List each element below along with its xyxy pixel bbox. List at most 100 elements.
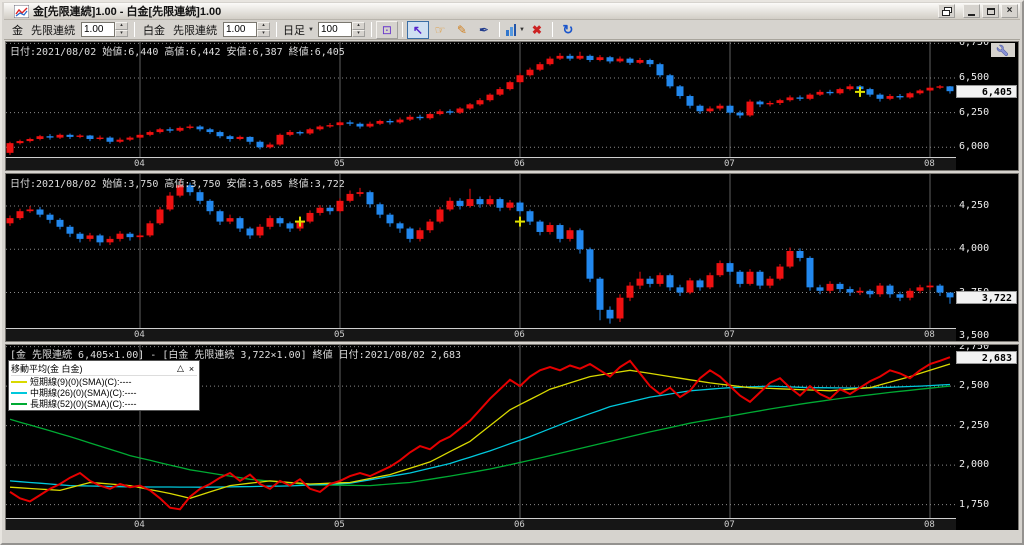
refresh-icon: ↻ <box>562 21 574 37</box>
last-price-badge: 6,405 <box>956 85 1017 99</box>
bar-count-spin-buttons[interactable]: ▴ ▾ <box>351 22 365 37</box>
toolbar-separator <box>370 22 372 37</box>
legend-item-long: 長期線(52)(0)(SMA)(C):---- <box>11 398 197 409</box>
y-axis-label: 3,500 <box>959 329 990 341</box>
gridlines <box>6 42 956 157</box>
legend-close-button[interactable]: × <box>186 364 197 374</box>
refresh-button[interactable]: ↻ <box>557 21 579 39</box>
spin-down-icon[interactable]: ▾ <box>115 29 128 37</box>
moving-average-legend: 移動平均(金 白金) △ × 短期線(9)(0)(SMA)(C):---- 中期… <box>8 360 200 411</box>
x-axis-label: 08 <box>924 520 935 530</box>
period-label: 日足 <box>283 24 305 37</box>
close-button[interactable]: × <box>1001 4 1018 18</box>
chart-window: 金[先限連続]1.00 - 白金[先限連続]1.00 × 金 先限連続 ▴▾ 白… <box>0 0 1024 545</box>
maximize-icon <box>986 7 995 15</box>
period-dropdown[interactable]: 日足 ▼ <box>283 22 314 38</box>
x-axis-label: 07 <box>724 520 735 530</box>
toolbar: 金 先限連続 ▴▾ 白金 先限連続 ▴▾ 日足 ▼ ▴▾ ⊡ ↖ ☞ ✎ ✒ <box>4 20 1020 40</box>
toolbar-separator <box>134 22 135 37</box>
titlebar: 金[先限連続]1.00 - 白金[先限連続]1.00 × <box>4 3 1020 20</box>
cascade-icon <box>941 6 952 16</box>
y-axis-label: 4,000 <box>959 243 990 255</box>
delete-drawing-button[interactable]: ✖ <box>526 21 548 39</box>
spin-down-icon[interactable]: ▾ <box>257 29 270 37</box>
y-axis-label: 6,500 <box>959 72 990 84</box>
mid-ma-swatch <box>11 391 27 394</box>
toolbar-separator <box>551 22 553 37</box>
platinum-symbol-label: 白金 <box>143 24 165 37</box>
chart-type-button[interactable]: ▼ <box>504 21 526 39</box>
legend-collapse-button[interactable]: △ <box>175 363 186 374</box>
pointer-icon: ↖ <box>412 22 423 37</box>
chevron-down-icon: ▼ <box>308 26 314 33</box>
legend-item-label: 長期線(52)(0)(SMA)(C):---- <box>30 399 137 409</box>
x-axis-label: 06 <box>514 520 525 530</box>
last-price-badge: 3,722 <box>956 291 1017 305</box>
platinum-multiplier-spinner: ▴▾ <box>223 22 270 37</box>
gold-multiplier-input[interactable] <box>81 22 115 37</box>
x-axis-label: 05 <box>334 520 345 530</box>
hand-tool-button[interactable]: ☞ <box>429 21 451 39</box>
x-axis-label: 05 <box>334 159 345 169</box>
last-price-badge: 2,683 <box>956 351 1017 365</box>
bar-chart-icon <box>505 23 516 36</box>
x-axis-label: 06 <box>514 159 525 169</box>
platinum-chart-panel: 日付:2021/08/02 始値:3,750 高値:3,750 安値:3,685… <box>5 173 1019 342</box>
settings-wrench-icon[interactable] <box>991 43 1015 57</box>
app-icon <box>14 4 29 18</box>
platinum-x-axis: 04 05 06 07 08 <box>6 328 956 341</box>
delete-x-icon: ✖ <box>531 22 542 37</box>
spin-up-icon[interactable]: ▴ <box>351 22 365 30</box>
chart-select-tool-button[interactable]: ⊡ <box>375 20 398 39</box>
y-axis-label: 2,000 <box>959 459 990 471</box>
spin-up-icon[interactable]: ▴ <box>115 22 128 30</box>
spread-chart-panel: [金 先限連続 6,405×1.00] - [白金 先限連続 3,722×1.0… <box>5 344 1019 532</box>
spin-down-icon[interactable]: ▾ <box>351 29 365 37</box>
long-ma-swatch <box>11 402 27 405</box>
pencil-tool-button[interactable]: ✎ <box>451 21 473 39</box>
spread-y-axis: 2,750 2,500 2,250 2,000 1,750 2,683 <box>956 345 1018 531</box>
chevron-down-icon: ▼ <box>519 26 525 33</box>
bar-count-input[interactable] <box>317 22 352 37</box>
toolbar-separator <box>276 22 277 37</box>
cascade-button[interactable] <box>938 4 955 18</box>
y-axis-label: 6,250 <box>959 106 990 118</box>
spin-up-icon[interactable]: ▴ <box>257 22 270 30</box>
toolbar-separator <box>401 22 403 37</box>
candlesticks <box>6 51 954 155</box>
pen-icon: ✒ <box>478 22 489 37</box>
gold-candlestick-chart[interactable]: 日付:2021/08/02 始値:6,440 高値:6,442 安値:6,387… <box>6 42 956 157</box>
pointer-tool-button[interactable]: ↖ <box>406 20 429 39</box>
toolbar-separator <box>498 22 500 37</box>
y-axis-label: 4,250 <box>959 200 990 211</box>
gold-multiplier-spinner: ▴▾ <box>81 22 128 37</box>
maximize-button[interactable] <box>982 4 999 18</box>
minimize-button[interactable] <box>963 4 980 18</box>
gold-multiplier-spin-buttons[interactable]: ▴ ▾ <box>115 22 128 37</box>
pen-tool-button[interactable]: ✒ <box>473 21 495 39</box>
gold-plot-svg <box>6 42 956 157</box>
platinum-multiplier-input[interactable] <box>223 22 257 37</box>
y-axis-label: 1,750 <box>959 498 990 510</box>
y-axis-label: 6,750 <box>959 42 990 49</box>
minimize-icon <box>968 13 975 16</box>
short-ma-swatch <box>11 380 27 383</box>
gridlines <box>6 174 956 328</box>
gold-chart-panel: 日付:2021/08/02 始値:6,440 高値:6,442 安値:6,387… <box>5 41 1019 171</box>
platinum-multiplier-spin-buttons[interactable]: ▴ ▾ <box>257 22 270 37</box>
candlesticks <box>6 180 954 324</box>
x-axis-label: 04 <box>134 159 145 169</box>
gold-symbol-label: 金 <box>12 24 23 37</box>
x-axis-label: 05 <box>334 330 345 340</box>
window-title: 金[先限連続]1.00 - 白金[先限連続]1.00 <box>33 6 222 18</box>
gold-x-axis: 04 05 06 07 08 <box>6 157 956 170</box>
platinum-series-label: 先限連続 <box>173 24 217 37</box>
x-axis-label: 04 <box>134 520 145 530</box>
platinum-y-axis: 4,2504,0003,7503,5003,722 <box>956 174 1018 341</box>
platinum-candlestick-chart[interactable]: 日付:2021/08/02 始値:3,750 高値:3,750 安値:3,685… <box>6 174 956 328</box>
pencil-icon: ✎ <box>456 22 467 37</box>
y-axis-label: 2,500 <box>959 380 990 392</box>
spread-line-chart[interactable]: [金 先限連続 6,405×1.00] - [白金 先限連続 3,722×1.0… <box>6 345 956 518</box>
x-axis-label: 04 <box>134 330 145 340</box>
legend-title: 移動平均(金 白金) <box>11 364 83 374</box>
